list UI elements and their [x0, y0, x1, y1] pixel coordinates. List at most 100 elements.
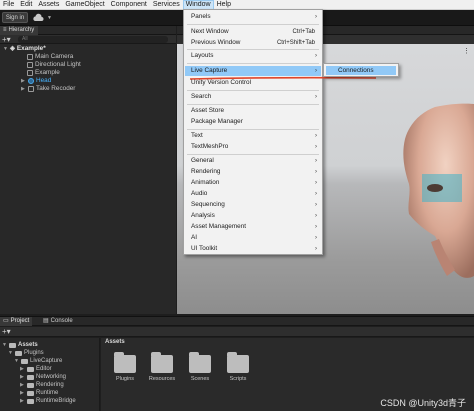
menu-separator — [187, 104, 319, 105]
tree-item[interactable]: ▶ Editor — [20, 365, 52, 373]
menu-item-asset-management[interactable]: Asset Management › — [185, 222, 321, 232]
gameobject-icon — [27, 62, 33, 68]
menu-item-previous-window[interactable]: Previous Window Ctrl+Shift+Tab — [185, 38, 321, 48]
tree-item[interactable]: ▶ RuntimeBridge — [20, 397, 76, 405]
menu-item-label: Animation — [191, 179, 220, 186]
asset-folder[interactable]: Scripts — [223, 352, 253, 382]
menu-item-label: Next Window — [191, 28, 229, 35]
menu-item-connections[interactable]: Connections — [326, 66, 396, 75]
fold-arrow-icon[interactable]: ▼ — [2, 341, 7, 349]
fold-arrow-icon[interactable]: ▼ — [14, 357, 19, 365]
menu-item-general[interactable]: General › — [185, 156, 321, 166]
chevron-right-icon: › — [315, 235, 317, 241]
menu-item-textmeshpro[interactable]: TextMeshPro › — [185, 142, 321, 152]
folder-icon — [27, 366, 34, 372]
project-tab-bar: ▭ Project ▤ Console — [0, 316, 474, 326]
hierarchy-scene-row[interactable]: ▼ ◈ Example* — [3, 45, 46, 53]
menu-edit[interactable]: Edit — [17, 0, 35, 10]
fold-arrow-icon[interactable]: ▼ — [8, 349, 13, 357]
chevron-right-icon: › — [315, 169, 317, 175]
gameobject-icon — [27, 70, 33, 76]
asset-folder[interactable]: Plugins — [110, 352, 140, 382]
menu-component[interactable]: Component — [108, 0, 150, 10]
menu-item-ui-toolkit[interactable]: UI Toolkit › — [185, 244, 321, 254]
fold-arrow-icon[interactable]: ▶ — [20, 373, 25, 381]
folder-icon — [27, 390, 34, 396]
menu-gameobject[interactable]: GameObject — [62, 0, 107, 10]
list-icon: ≡ — [3, 27, 7, 33]
fold-arrow-icon[interactable]: ▶ — [20, 389, 25, 397]
console-icon: ▤ — [43, 318, 49, 324]
gameobject-icon — [28, 86, 34, 92]
menu-item-audio[interactable]: Audio › — [185, 189, 321, 199]
menu-file[interactable]: File — [0, 0, 17, 10]
asset-folder[interactable]: Scenes — [185, 352, 215, 382]
fold-arrow-icon[interactable]: ▼ — [3, 45, 8, 53]
tree-item[interactable]: ▶ Networking — [20, 373, 66, 381]
chevron-down-icon[interactable]: ▼ — [47, 15, 52, 21]
hierarchy-search-input[interactable]: All — [18, 36, 168, 43]
menu-item-sequencing[interactable]: Sequencing › — [185, 200, 321, 210]
add-icon[interactable]: +▾ — [2, 327, 11, 337]
hierarchy-item[interactable]: Directional Light — [27, 61, 81, 69]
menu-item-label: Sequencing — [191, 201, 225, 208]
menu-item-asset-store[interactable]: Asset Store — [185, 106, 321, 116]
tree-item[interactable]: ▼ LiveCapture — [14, 357, 62, 365]
menu-item-next-window[interactable]: Next Window Ctrl+Tab — [185, 27, 321, 37]
chevron-right-icon: › — [315, 144, 317, 150]
hierarchy-item[interactable]: Example — [27, 69, 60, 77]
menu-item-animation[interactable]: Animation › — [185, 178, 321, 188]
add-icon[interactable]: +▾ — [2, 35, 11, 44]
breadcrumb[interactable]: Assets — [105, 339, 125, 345]
menu-item-label: UI Toolkit — [191, 245, 218, 252]
menu-item-unity-version-control[interactable]: Unity Version Control — [185, 78, 321, 88]
tree-item[interactable]: ▶ Runtime — [20, 389, 58, 397]
hierarchy-item-label: Example — [35, 69, 60, 76]
fold-arrow-icon[interactable]: ▶ — [20, 397, 25, 405]
menu-item-label: Panels — [191, 13, 211, 20]
tab-project[interactable]: ▭ Project — [0, 317, 33, 326]
hierarchy-item-label: Main Camera — [35, 53, 74, 60]
unity-logo-icon: ◈ — [10, 45, 15, 52]
menu-item-panels[interactable]: Panels › — [185, 12, 321, 22]
cloud-icon[interactable] — [32, 13, 44, 23]
menu-item-search[interactable]: Search › — [185, 92, 321, 102]
menu-item-rendering[interactable]: Rendering › — [185, 167, 321, 177]
tab-console[interactable]: ▤ Console — [40, 317, 76, 326]
menu-item-label: Analysis — [191, 212, 215, 219]
hierarchy-item-label: Directional Light — [35, 61, 81, 68]
menu-item-label: Unity Version Control — [191, 79, 252, 86]
menu-item-package-manager[interactable]: Package Manager — [185, 117, 321, 127]
asset-folder-label: Scripts — [229, 376, 247, 382]
hierarchy-item[interactable]: ▶ Take Recoder — [21, 85, 75, 93]
menu-item-analysis[interactable]: Analysis › — [185, 211, 321, 221]
tree-item[interactable]: ▶ Rendering — [20, 381, 64, 389]
tree-item-label: Networking — [36, 374, 67, 380]
sign-in-button[interactable]: Sign in — [2, 12, 28, 23]
tab-hierarchy[interactable]: ≡ Hierarchy — [0, 26, 39, 35]
menu-item-label: Package Manager — [191, 118, 243, 125]
menu-item-layouts[interactable]: Layouts › — [185, 51, 321, 61]
fold-arrow-icon[interactable]: ▶ — [20, 365, 25, 373]
menu-item-ai[interactable]: AI › — [185, 233, 321, 243]
menu-separator — [187, 63, 319, 64]
fold-arrow-icon[interactable]: ▶ — [21, 85, 26, 93]
fold-arrow-icon[interactable]: ▶ — [20, 381, 25, 389]
menu-separator — [187, 24, 319, 25]
asset-folder[interactable]: Resources — [147, 352, 177, 382]
asset-folder-label: Resources — [148, 376, 176, 382]
menu-assets[interactable]: Assets — [35, 0, 62, 10]
hierarchy-item-selected[interactable]: ▶ Head — [21, 77, 51, 85]
asset-folder-label: Scenes — [190, 376, 210, 382]
tree-item[interactable]: ▼ Assets — [2, 341, 38, 349]
menu-services[interactable]: Services — [150, 0, 183, 10]
hierarchy-item[interactable]: Main Camera — [27, 53, 73, 61]
hierarchy-item-label: Take Recoder — [36, 85, 76, 92]
tree-item[interactable]: ▼ Plugins — [8, 349, 44, 357]
hierarchy-panel: ▼ ◈ Example* Main Camera Directional Lig… — [0, 44, 176, 314]
fold-arrow-icon[interactable]: ▶ — [21, 77, 26, 85]
chevron-right-icon: › — [315, 180, 317, 186]
tree-item-label: Plugins — [24, 350, 44, 356]
tab-project-label: Project — [10, 318, 30, 324]
menu-item-text[interactable]: Text › — [185, 131, 321, 141]
